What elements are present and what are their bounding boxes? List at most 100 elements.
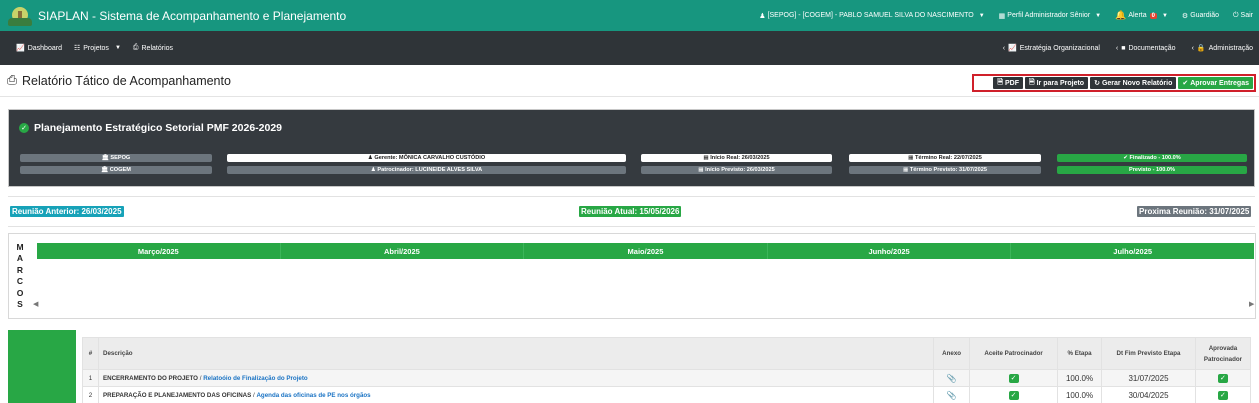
line-chart-icon: 📈 (1008, 45, 1017, 52)
pdf-button-label: PDF (1004, 79, 1019, 87)
row-end-date: 30/04/2025 (1101, 386, 1196, 403)
current-meeting-badge: Reunião Atual: 15/05/2026 (579, 206, 682, 217)
paperclip-icon[interactable]: 📎 (947, 391, 957, 400)
bell-icon: 🔔 (1115, 10, 1127, 20)
institution-icon: 🏛 (101, 167, 110, 173)
calendar-icon: ▦ (698, 167, 706, 173)
nav-strategy[interactable]: ‹ 📈 Estratégia Organizacional (1002, 44, 1100, 53)
timeline-month: Maio/2025 (524, 243, 768, 259)
table-header-row: # Descrição Anexo Aceite Patrocinador % … (82, 337, 1252, 370)
col-header-approved: Aprovada Patrocinador (1194, 337, 1252, 370)
paperclip-icon[interactable]: 📎 (947, 374, 957, 383)
print-icon: ⎙ (132, 44, 139, 51)
check-circle-icon: ✔ (1182, 80, 1189, 87)
app-logo[interactable] (8, 5, 32, 27)
logout-link[interactable]: ⏻ Sair (1233, 12, 1253, 20)
marcos-letter: S (17, 299, 23, 310)
pdf-button[interactable]: 🗎 PDF (993, 77, 1023, 89)
nav-docs-label: Documentação (1128, 44, 1176, 52)
deliverable-link[interactable]: Agenda das oficinas de PE nos órgãos (256, 392, 370, 399)
chevron-left-icon: ‹ (1115, 44, 1119, 52)
checkbox-checked-icon[interactable]: ✓ (1217, 390, 1228, 400)
nav-projects[interactable]: ☷ Projetos ▼ (74, 44, 121, 53)
row-approved: ✓ (1194, 369, 1252, 387)
marcos-letter: R (16, 264, 24, 275)
unit-sepog-text: SEPOG (110, 155, 131, 161)
col-header-number: # (82, 337, 99, 370)
nav-dashboard[interactable]: 📈 Dashboard (16, 44, 62, 53)
new-report-button[interactable]: ↻ Gerar Novo Relatório (1090, 77, 1177, 89)
project-summary-panel: ✓ Planejamento Estratégico Setorial PMF … (8, 109, 1255, 187)
file-pdf-icon: 🗎 (997, 78, 1003, 86)
marcos-letter: C (16, 276, 24, 287)
book-icon: ■ (1121, 44, 1126, 52)
nav-admin[interactable]: ‹ 🔒 Administração (1192, 44, 1253, 53)
deliverable-link[interactable]: Relatoóio de Finalização do Projeto (203, 375, 308, 382)
row-end-date: 31/07/2025 (1101, 369, 1196, 387)
checkbox-checked-icon[interactable]: ✓ (1008, 390, 1019, 400)
chevron-down-icon: ▼ (1161, 12, 1168, 19)
row-annex: 📎 (933, 386, 971, 403)
user-menu[interactable]: ♟ [SEPOG] - [COGEM] - PABLO SAMUEL SILVA… (759, 12, 984, 20)
col-header-description: Descrição (97, 337, 935, 370)
unit-cogem-text: COGEM (109, 167, 131, 173)
go-to-project-button[interactable]: 🗎 Ir para Projeto (1024, 77, 1089, 89)
table-row: 2 PREPARAÇÃO E PLANEJAMENTO DAS OFICINAS… (82, 386, 1252, 403)
row-number: 1 (82, 369, 99, 387)
status-badge: ✔ Finalizado - 100.0% (1057, 154, 1247, 162)
marcos-letter: O (16, 287, 24, 298)
nav-reports[interactable]: ⎙ Relatórios (133, 44, 173, 52)
row-annex: 📎 (933, 369, 971, 387)
manager-badge: ♟ Gerente: MÔNICA CARVALHO CUSTÓDIO (227, 154, 626, 162)
calendar-icon: ▦ (908, 155, 915, 161)
user-icon: ♟ (759, 12, 766, 20)
nav-dashboard-label: Dashboard (27, 44, 62, 52)
scroll-left-arrow-icon[interactable]: ◀ (33, 300, 38, 308)
nav-docs[interactable]: ‹ ■ Documentação (1116, 44, 1176, 52)
timeline-month: Março/2025 (37, 243, 281, 259)
end-planned-text: Término Previsto: 31/07/2025 (909, 167, 987, 173)
main-nav: 📈 Dashboard ☷ Projetos ▼ ⎙ Relatórios ‹ … (0, 31, 1259, 65)
user-icon: ♟ (367, 155, 375, 161)
institution-icon: 🏛 (101, 155, 111, 161)
calendar-icon: ▦ (703, 155, 711, 161)
approve-deliveries-button[interactable]: ✔ Aprovar Entregas (1178, 77, 1253, 89)
project-title-text: Planejamento Estratégico Setorial PMF 20… (34, 122, 283, 134)
stage-name: PREPARAÇÃO E PLANEJAMENTO DAS OFICINAS (102, 391, 252, 399)
checkbox-checked-icon[interactable]: ✓ (1217, 373, 1228, 383)
alert-menu[interactable]: 🔔 Alerta 0 ▼ (1115, 10, 1168, 21)
timeline-months: Março/2025 Abril/2025 Maio/2025 Junho/20… (37, 243, 1254, 259)
guardian-label: Guardião (1190, 12, 1219, 19)
marcos-letter: A (16, 253, 24, 264)
chevron-down-icon: ▼ (114, 45, 121, 51)
go-to-project-label: Ir para Projeto (1036, 79, 1085, 87)
deliverables-table: # Descrição Anexo Aceite Patrocinador % … (82, 337, 1252, 403)
previous-meeting-badge: Reunião Anterior: 26/03/2025 (10, 206, 124, 217)
status-text: Finalizado - 100.0% (1129, 155, 1181, 161)
nav-strategy-label: Estratégia Organizacional (1019, 44, 1100, 52)
end-planned-badge: ▦ Término Previsto: 31/07/2025 (849, 166, 1041, 174)
row-description: PREPARAÇÃO E PLANEJAMENTO DAS OFICINAS /… (97, 386, 935, 403)
chevron-left-icon: ‹ (1002, 44, 1006, 52)
page-title: ⎙ Relatório Tático de Acompanhamento (7, 73, 231, 88)
stage-name: ENCERRAMENTO DO PROJETO (102, 374, 198, 382)
app-title[interactable]: SIAPLAN - Sistema de Acompanhamento e Pl… (38, 9, 346, 23)
guardian-link[interactable]: ⚙ Guardião (1182, 12, 1219, 20)
scroll-right-arrow-icon[interactable]: ▶ (1249, 300, 1254, 308)
power-icon: ⏻ (1233, 11, 1239, 19)
stage-color-block (8, 330, 76, 403)
profile-label: Perfil Administrador Sênior (1007, 12, 1091, 19)
id-card-icon: ▦ (998, 12, 1006, 20)
sponsor-badge: ♟ Patrocinador: LUCINEIDE ALVES SILVA (227, 166, 626, 174)
profile-menu[interactable]: ▦ Perfil Administrador Sênior ▼ (999, 12, 1101, 20)
row-description: ENCERRAMENTO DO PROJETO / Relatoóio de F… (97, 369, 935, 387)
unit-badge-sepog: 🏛 SEPOG (20, 154, 212, 162)
manager-text: Gerente: MÔNICA CARVALHO CUSTÓDIO (374, 155, 486, 161)
row-number: 2 (82, 386, 99, 403)
start-planned-badge: ▦ Início Previsto: 26/03/2025 (641, 166, 832, 174)
user-icon: ♟ (370, 167, 378, 173)
start-planned-text: Início Previsto: 26/03/2025 (705, 167, 775, 173)
alert-label: Alerta (1128, 12, 1147, 19)
row-percent: 100.0% (1057, 386, 1103, 403)
checkbox-checked-icon[interactable]: ✓ (1008, 373, 1019, 383)
